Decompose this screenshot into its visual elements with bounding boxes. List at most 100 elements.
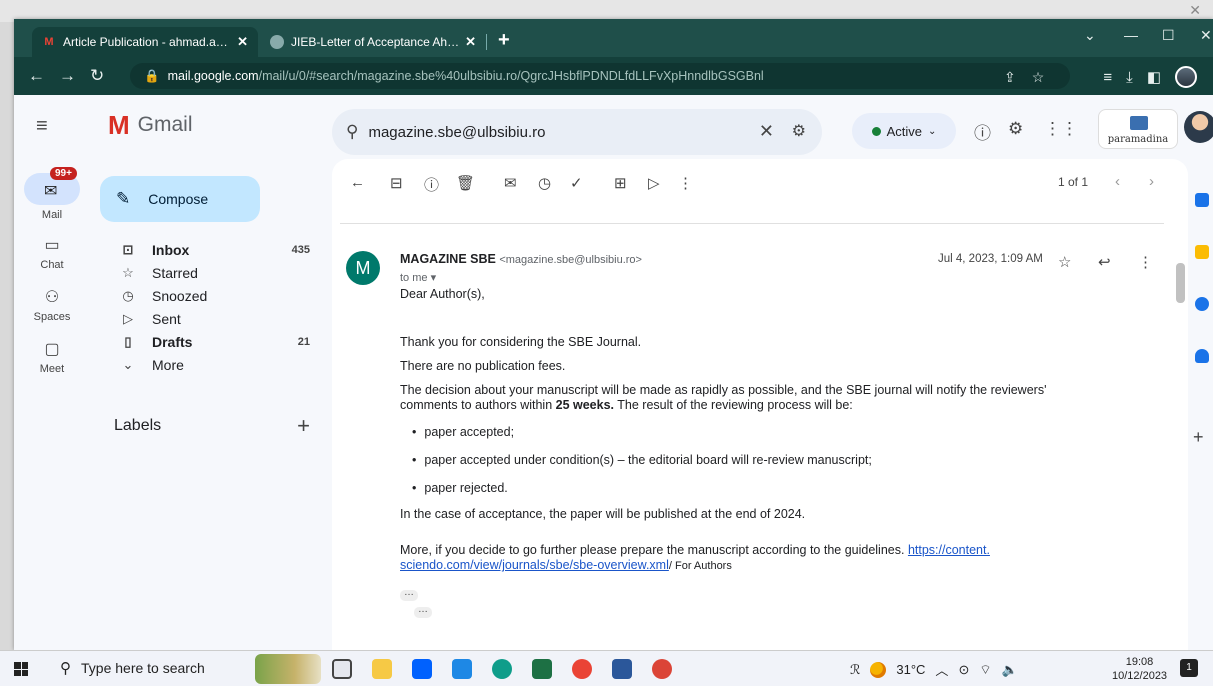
- settings-gear-icon[interactable]: ⚙: [1008, 119, 1023, 139]
- snooze-icon[interactable]: ◷: [538, 174, 551, 192]
- scrollbar[interactable]: [1174, 255, 1186, 650]
- next-page-icon[interactable]: ›: [1149, 173, 1154, 190]
- prev-page-icon[interactable]: ‹: [1115, 173, 1120, 190]
- recipient-toggle[interactable]: to me ▾: [400, 271, 436, 284]
- archive-icon[interactable]: ⊟: [390, 174, 403, 192]
- sender-avatar[interactable]: M: [346, 251, 380, 285]
- side-panel-icon[interactable]: ◧: [1147, 68, 1161, 86]
- guidelines-link[interactable]: sciendo.com/view/journals/sbe/sbe-overvi…: [400, 558, 669, 572]
- more-vert-icon[interactable]: ⋮: [678, 174, 693, 192]
- network-icon[interactable]: ⌔: [979, 662, 991, 678]
- edge-icon[interactable]: [492, 659, 512, 679]
- move-to-icon[interactable]: ⊞: [614, 174, 627, 192]
- message-more-icon[interactable]: ⋮: [1138, 253, 1153, 271]
- rail-item-spaces[interactable]: ⚇ Spaces: [22, 287, 82, 323]
- rail-item-mail[interactable]: ✉ 99+ Mail: [22, 167, 82, 221]
- support-icon[interactable]: ⓘ: [974, 119, 991, 144]
- tray-chevron-icon[interactable]: ︿: [935, 660, 948, 679]
- search-icon[interactable]: ⚲: [346, 122, 358, 142]
- clear-search-icon[interactable]: ✕: [759, 121, 774, 142]
- volume-icon[interactable]: 🔈: [1002, 662, 1018, 678]
- delete-icon[interactable]: 🗑: [456, 174, 475, 192]
- back-arrow-icon[interactable]: ←: [28, 66, 45, 86]
- tab-search-chevron-icon[interactable]: ⌄: [1084, 27, 1096, 44]
- folder-count: 435: [291, 243, 310, 256]
- contacts-icon[interactable]: [1195, 349, 1209, 363]
- mark-unread-icon[interactable]: ✉: [504, 174, 517, 192]
- sidebar-item-drafts[interactable]: ▯ Drafts 21: [100, 330, 316, 353]
- sidebar-item-snoozed[interactable]: ◷ Snoozed: [100, 284, 316, 307]
- calendar-icon[interactable]: [1195, 193, 1209, 207]
- bookmark-star-icon[interactable]: ☆: [1032, 69, 1045, 86]
- org-logo[interactable]: paramadina: [1098, 109, 1178, 149]
- forward-arrow-icon[interactable]: →: [59, 66, 76, 86]
- weather-sun-icon[interactable]: [870, 661, 887, 678]
- apps-grid-icon[interactable]: ⋮⋮: [1044, 119, 1078, 139]
- reload-icon[interactable]: ↻: [90, 66, 104, 86]
- rail-label: Meet: [39, 363, 65, 375]
- maximize-icon[interactable]: ☐: [1162, 27, 1175, 44]
- compose-button[interactable]: ✎ Compose: [100, 176, 260, 222]
- search-highlight-image[interactable]: [255, 654, 321, 684]
- chrome-icon[interactable]: [572, 659, 592, 679]
- back-to-list-icon[interactable]: ←: [350, 174, 365, 191]
- scrollbar-thumb[interactable]: [1176, 263, 1185, 303]
- search-input[interactable]: [368, 123, 729, 141]
- file-explorer-icon[interactable]: [372, 659, 392, 679]
- weather-temp[interactable]: 31°C: [896, 662, 925, 677]
- show-trimmed-content-icon[interactable]: …: [414, 605, 432, 618]
- tasks-icon[interactable]: [1195, 297, 1209, 311]
- notification-center-icon[interactable]: 1: [1180, 659, 1198, 677]
- task-view-icon[interactable]: [332, 659, 352, 679]
- new-tab-icon[interactable]: +: [498, 29, 510, 52]
- clock-date: 10/12/2023: [1112, 670, 1168, 682]
- add-to-tasks-icon[interactable]: ✓: [570, 174, 583, 192]
- globe-favicon-icon: [270, 35, 284, 49]
- show-trimmed-content-icon[interactable]: …: [400, 588, 418, 601]
- mail-app-icon[interactable]: [452, 659, 472, 679]
- spaces-icon: ⚇: [44, 289, 60, 306]
- sidebar-item-starred[interactable]: ☆ Starred: [100, 261, 316, 284]
- tab-article-publication[interactable]: M Article Publication - ahmad.azmy ✕: [32, 27, 258, 57]
- status-button[interactable]: Active ⌄: [852, 113, 956, 149]
- add-label-icon[interactable]: +: [297, 413, 310, 439]
- gmail-logo[interactable]: M Gmail: [108, 112, 193, 138]
- people-icon[interactable]: ℛ: [850, 662, 860, 678]
- chevron-down-icon: ⌄: [122, 356, 134, 372]
- taskbar-clock[interactable]: 19:08 10/12/2023: [1112, 655, 1167, 683]
- chrome-profile-icon[interactable]: [652, 659, 672, 679]
- share-icon[interactable]: ⇪: [1004, 69, 1016, 86]
- sender-name[interactable]: MAGAZINE SBE: [400, 252, 496, 266]
- taskbar-search[interactable]: ⚲ Type here to search: [60, 659, 205, 677]
- excel-icon[interactable]: [532, 659, 552, 679]
- report-spam-icon[interactable]: ⓘ: [424, 174, 439, 195]
- dropbox-icon[interactable]: [412, 659, 432, 679]
- label-icon[interactable]: ▷: [648, 174, 660, 192]
- get-addons-icon[interactable]: +: [1193, 427, 1204, 448]
- reply-icon[interactable]: ↩: [1098, 253, 1111, 271]
- sidebar-item-more[interactable]: ⌄ More: [100, 353, 316, 376]
- search-options-icon[interactable]: ⚙: [792, 121, 806, 141]
- tab-jieb-letter[interactable]: JIEB-Letter of Acceptance Ahmad ✕: [260, 27, 486, 57]
- windows-start-icon[interactable]: [14, 662, 28, 676]
- download-icon[interactable]: ⤓: [1126, 69, 1133, 86]
- rail-item-chat[interactable]: ▭ Chat: [22, 235, 82, 271]
- star-message-icon[interactable]: ☆: [1058, 253, 1071, 271]
- main-menu-icon[interactable]: ≡: [36, 115, 48, 138]
- sidebar-item-inbox[interactable]: ⊡ Inbox 435: [100, 238, 316, 261]
- sidebar-item-sent[interactable]: ▷ Sent: [100, 307, 316, 330]
- reading-list-icon[interactable]: ≡: [1103, 69, 1112, 86]
- profile-avatar[interactable]: [1175, 66, 1197, 88]
- tray-apps-icon[interactable]: ⊙: [958, 662, 969, 678]
- tab-close-icon[interactable]: ✕: [465, 34, 476, 50]
- url-field[interactable]: 🔒 mail.google.com/mail/u/0/#search/magaz…: [130, 63, 1070, 89]
- keep-icon[interactable]: [1195, 245, 1209, 259]
- guidelines-link[interactable]: https://content.: [908, 543, 990, 557]
- tab-close-icon[interactable]: ✕: [237, 34, 248, 50]
- background-close-icon[interactable]: ✕: [1189, 2, 1201, 19]
- rail-item-meet[interactable]: ▢ Meet: [22, 339, 82, 375]
- close-window-icon[interactable]: ✕: [1200, 27, 1212, 44]
- minimize-icon[interactable]: —: [1124, 27, 1138, 43]
- account-avatar[interactable]: [1184, 111, 1213, 143]
- word-icon[interactable]: [612, 659, 632, 679]
